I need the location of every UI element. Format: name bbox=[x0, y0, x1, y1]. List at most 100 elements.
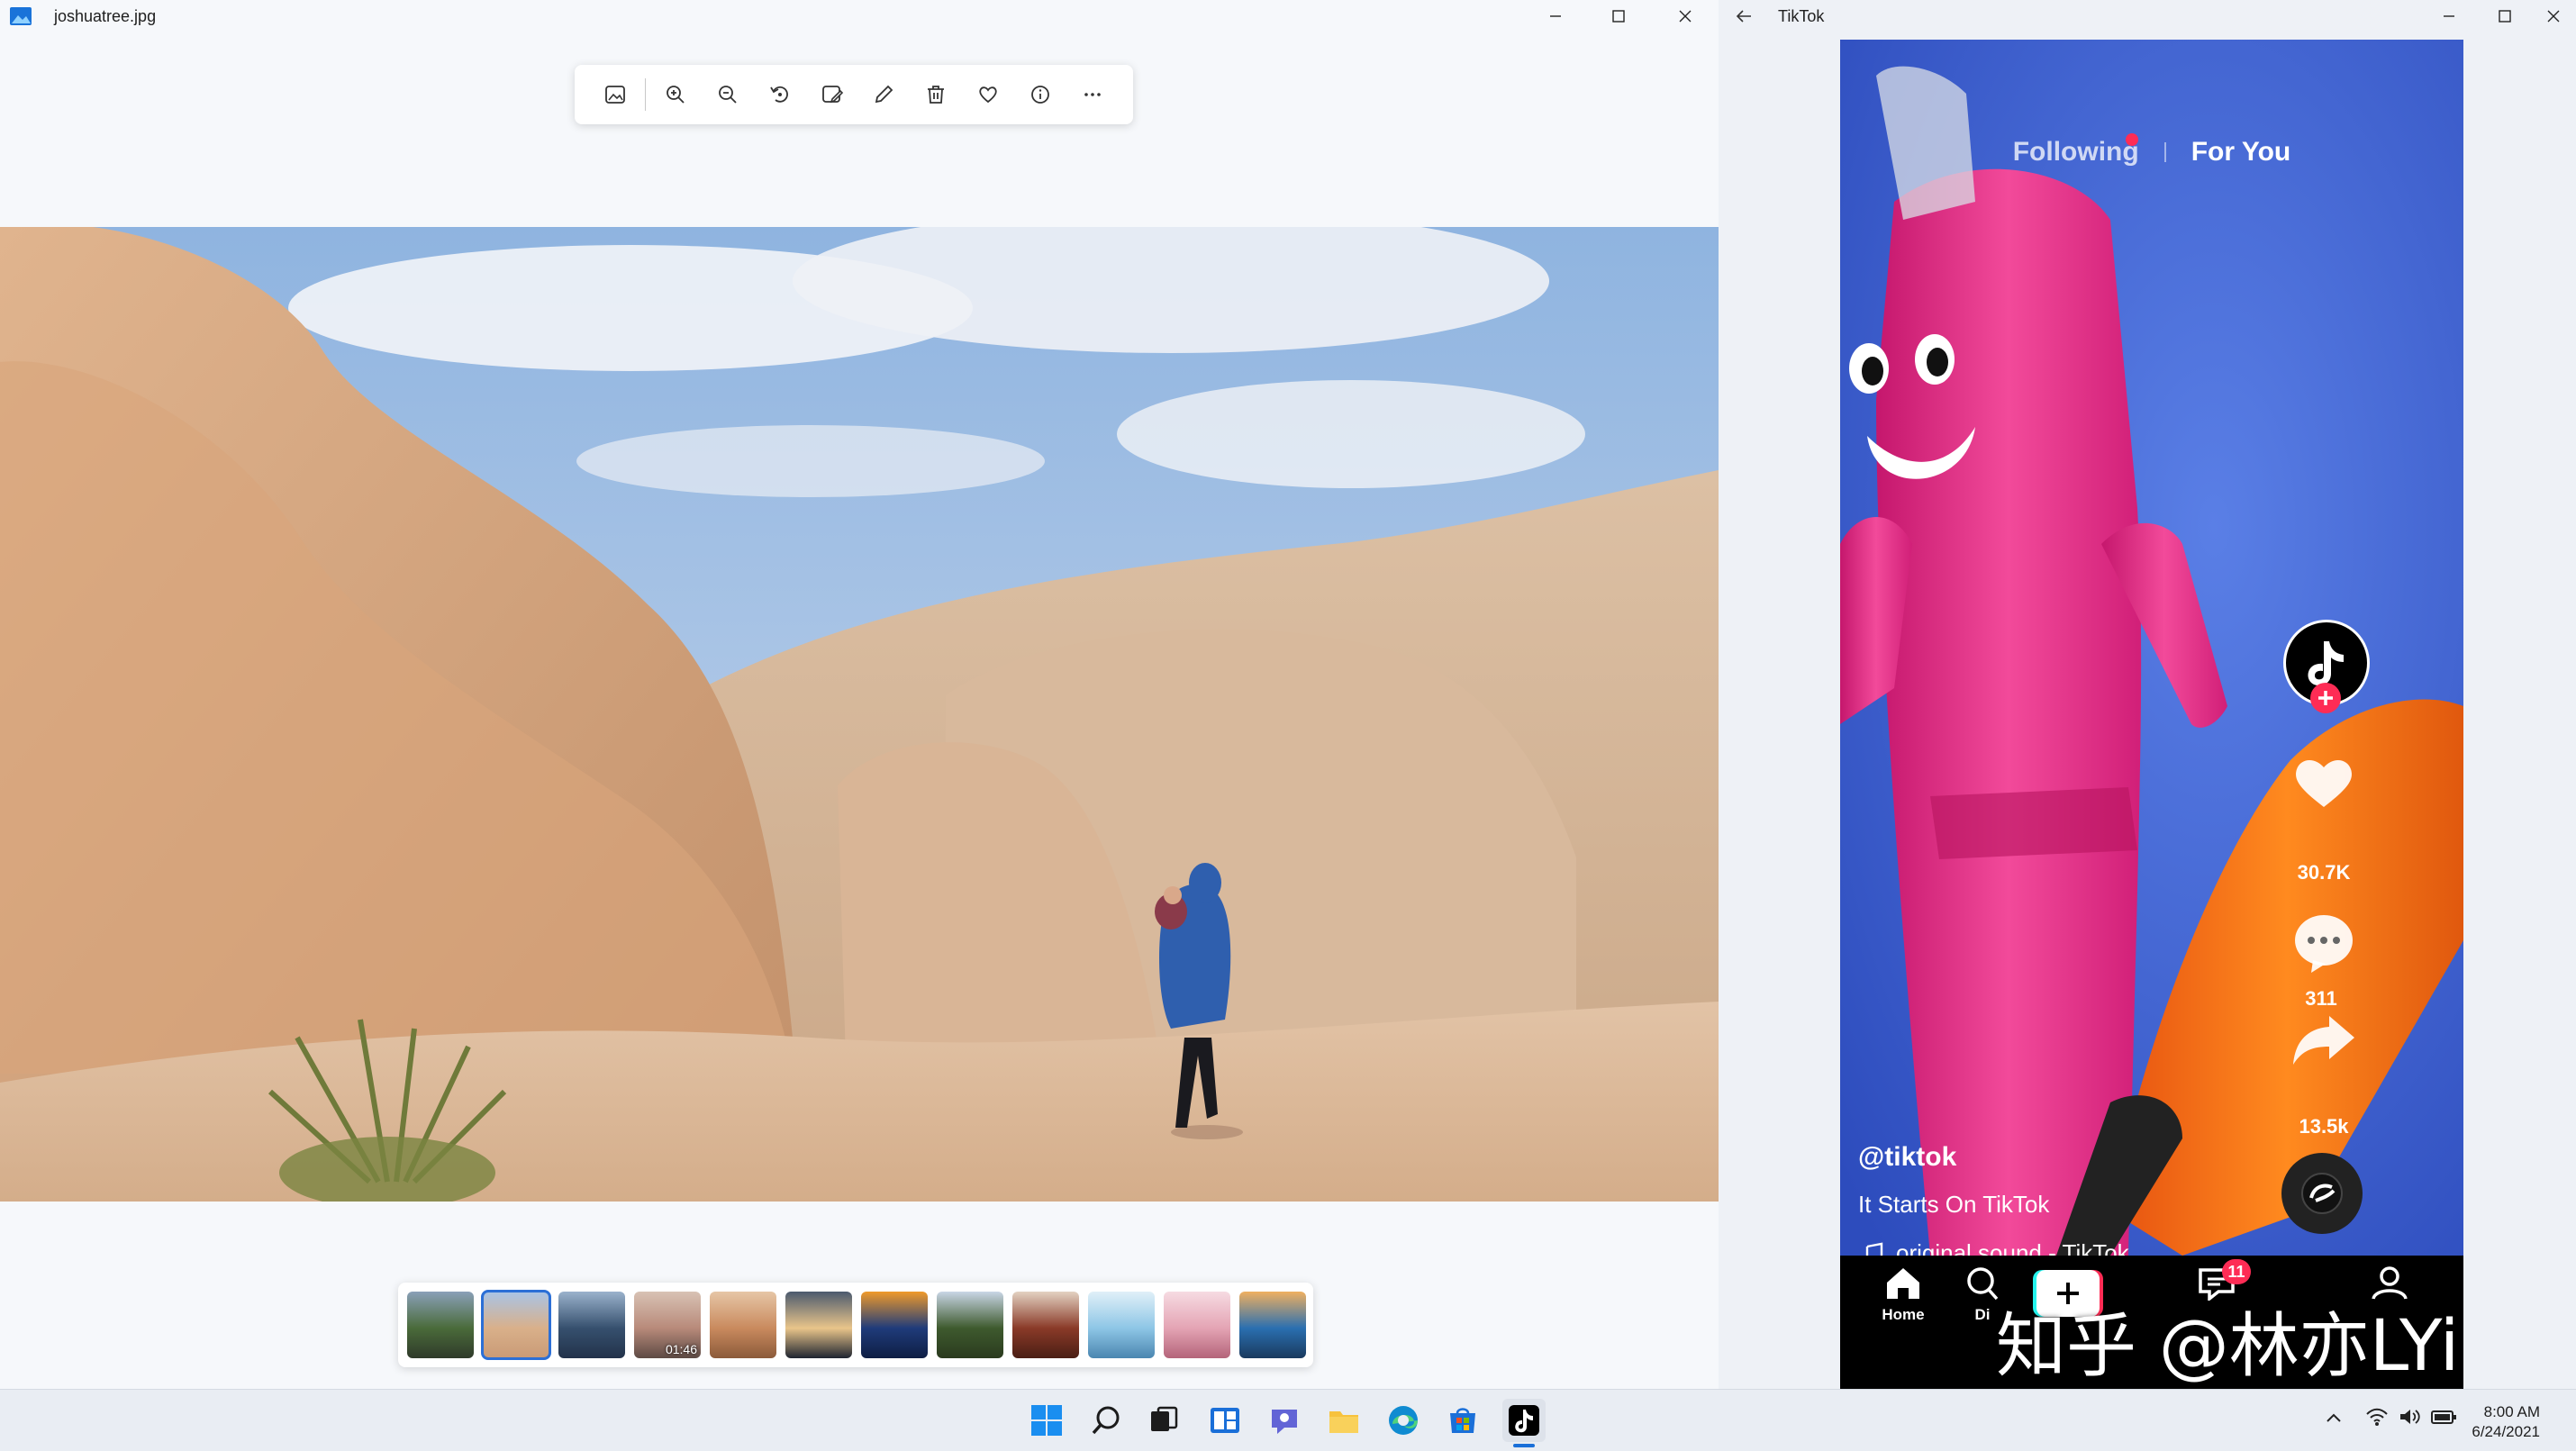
filmstrip: 01:46 bbox=[398, 1283, 1313, 1367]
rotate-icon bbox=[769, 86, 788, 103]
photos-titlebar: joshuatree.jpg bbox=[0, 0, 1719, 32]
following-notification-dot bbox=[2126, 133, 2138, 146]
toolbar-divider bbox=[644, 78, 646, 111]
delete-icon bbox=[928, 86, 945, 104]
close-icon bbox=[2547, 10, 2560, 23]
follow-plus-button[interactable] bbox=[2310, 683, 2341, 713]
volume-icon bbox=[2400, 1410, 2420, 1424]
clock-date: 6/24/2021 bbox=[2472, 1423, 2540, 1440]
tiktok-logo-icon bbox=[2308, 641, 2344, 686]
image-icon bbox=[605, 86, 625, 104]
back-button[interactable] bbox=[1733, 5, 1755, 27]
taskbar-clock[interactable]: 8:00 AM 6/24/2021 bbox=[2472, 1402, 2540, 1442]
nav-home[interactable]: Home bbox=[1858, 1265, 1948, 1324]
tab-following[interactable]: Following bbox=[2013, 137, 2139, 168]
wifi-icon bbox=[2366, 1408, 2388, 1426]
windows-logo-icon bbox=[1031, 1405, 1062, 1436]
maximize-button[interactable] bbox=[1587, 0, 1650, 32]
draw-icon bbox=[875, 85, 893, 104]
thumb-orange[interactable] bbox=[861, 1292, 928, 1358]
image-button[interactable] bbox=[589, 68, 641, 122]
photo-toolbar bbox=[575, 65, 1133, 124]
creator-username[interactable]: @tiktok bbox=[1858, 1142, 1956, 1173]
thumb-coast[interactable] bbox=[1239, 1292, 1306, 1358]
zoom-in-icon bbox=[666, 86, 685, 104]
close-button[interactable] bbox=[1654, 0, 1717, 32]
thumb-sunset-figure[interactable] bbox=[785, 1292, 852, 1358]
minimize-icon bbox=[1550, 15, 1561, 17]
thumb-video[interactable]: 01:46 bbox=[634, 1292, 701, 1358]
widgets-button[interactable] bbox=[1203, 1399, 1247, 1442]
thumb-pink[interactable] bbox=[1164, 1292, 1230, 1358]
maximize-icon bbox=[2499, 10, 2511, 23]
edit-image-icon bbox=[821, 86, 843, 104]
photos-title: joshuatree.jpg bbox=[54, 7, 157, 25]
delete-button[interactable] bbox=[910, 68, 962, 122]
info-icon bbox=[1031, 86, 1050, 104]
store-button[interactable] bbox=[1441, 1399, 1484, 1442]
video-duration: 01:46 bbox=[665, 1342, 697, 1356]
edge-button[interactable] bbox=[1382, 1399, 1425, 1442]
minimize-button[interactable] bbox=[1524, 0, 1587, 32]
video-frame bbox=[1840, 40, 2463, 1256]
tab-for-you[interactable]: For You bbox=[2191, 137, 2291, 168]
task-view-button[interactable] bbox=[1142, 1399, 1185, 1442]
store-icon bbox=[1450, 1408, 1475, 1433]
share-button[interactable] bbox=[2279, 1009, 2369, 1072]
thumb-tower[interactable] bbox=[558, 1292, 625, 1358]
sound-row[interactable]: original sound - TikTok bbox=[1858, 1239, 2272, 1256]
favorite-button[interactable] bbox=[962, 68, 1014, 122]
heart-icon bbox=[979, 86, 998, 104]
taskbar-search-button[interactable] bbox=[1084, 1399, 1128, 1442]
taskbar: 8:00 AM 6/24/2021 bbox=[0, 1389, 2576, 1451]
more-icon bbox=[1084, 93, 1101, 96]
edit-image-button[interactable] bbox=[806, 68, 858, 122]
tiktok-video[interactable]: Following For You 30.7K 311 13.5k @tikto… bbox=[1840, 40, 2463, 1256]
photos-app-icon bbox=[9, 5, 32, 27]
tiktok-logo-icon bbox=[1509, 1405, 1539, 1436]
comment-icon bbox=[2295, 915, 2353, 973]
system-tray[interactable] bbox=[2365, 1406, 2457, 1428]
inbox-badge: 11 bbox=[2222, 1259, 2251, 1284]
main-photo[interactable] bbox=[0, 227, 1719, 1202]
tt-minimize-button[interactable] bbox=[2417, 0, 2481, 32]
thumb-forest[interactable] bbox=[407, 1292, 474, 1358]
more-button[interactable] bbox=[1066, 68, 1119, 122]
thumb-canyon[interactable] bbox=[710, 1292, 776, 1358]
sound-disc[interactable] bbox=[2281, 1153, 2363, 1234]
maximize-icon bbox=[1612, 10, 1625, 23]
active-app-indicator bbox=[1513, 1444, 1535, 1447]
feed-tabs: Following For You bbox=[1840, 130, 2463, 175]
chat-icon bbox=[1272, 1410, 1297, 1434]
nav-home-label: Home bbox=[1882, 1306, 1925, 1323]
file-explorer-button[interactable] bbox=[1322, 1399, 1365, 1442]
tt-close-button[interactable] bbox=[2522, 0, 2576, 32]
like-button[interactable] bbox=[2279, 749, 2369, 812]
share-count: 13.5k bbox=[2299, 1115, 2349, 1138]
thumb-joshuatree[interactable] bbox=[481, 1290, 551, 1360]
chevron-up-icon bbox=[2327, 1413, 2341, 1422]
back-arrow-icon bbox=[1736, 10, 1751, 23]
comment-button[interactable] bbox=[2279, 877, 2369, 985]
close-icon bbox=[1679, 10, 1692, 23]
spinning-disc-icon bbox=[2301, 1173, 2343, 1214]
info-button[interactable] bbox=[1014, 68, 1066, 122]
tiktok-taskbar-button[interactable] bbox=[1502, 1399, 1546, 1442]
zoom-in-button[interactable] bbox=[649, 68, 702, 122]
rotate-button[interactable] bbox=[754, 68, 806, 122]
draw-button[interactable] bbox=[858, 68, 911, 122]
clock-time: 8:00 AM bbox=[2483, 1403, 2540, 1420]
tray-overflow-button[interactable] bbox=[2324, 1408, 2344, 1428]
chat-button[interactable] bbox=[1263, 1399, 1306, 1442]
task-view-icon bbox=[1151, 1406, 1178, 1431]
zoom-out-button[interactable] bbox=[702, 68, 754, 122]
watermark-text: 知乎 @林亦LYi bbox=[1996, 1306, 2460, 1387]
start-button[interactable] bbox=[1025, 1399, 1068, 1442]
edge-browser-icon bbox=[1389, 1406, 1418, 1435]
thumb-water[interactable] bbox=[1088, 1292, 1155, 1358]
thumb-rust[interactable] bbox=[1012, 1292, 1079, 1358]
share-icon bbox=[2293, 1016, 2354, 1065]
thumb-trees[interactable] bbox=[937, 1292, 1003, 1358]
folder-icon bbox=[1329, 1411, 1358, 1433]
photos-window: joshuatree.jpg 01:46 bbox=[0, 0, 1719, 1389]
